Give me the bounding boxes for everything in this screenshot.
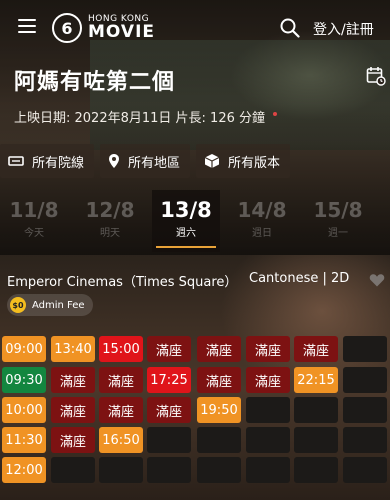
showtime-empty <box>343 427 387 453</box>
date-day: 13/8 <box>160 198 212 222</box>
showtime-empty <box>294 397 338 423</box>
rating-dot-icon <box>273 112 277 116</box>
cinema-format: Cantonese | 2D <box>249 271 350 286</box>
showtime-full: 滿座 <box>99 367 143 393</box>
showtime-empty <box>343 367 387 393</box>
showtime-slot[interactable]: 11:30 <box>2 427 46 453</box>
hamburger-menu-icon[interactable] <box>18 19 36 33</box>
date-weekday: 週日 <box>252 228 272 239</box>
showtime-empty <box>246 397 290 423</box>
showtime-full: 滿座 <box>51 367 95 393</box>
date-day: 15/8 <box>313 198 363 222</box>
coin-icon: $0 <box>10 297 26 313</box>
showtime-empty <box>197 427 241 453</box>
showtime-full: 滿座 <box>246 336 290 362</box>
date-tab[interactable]: 11/8 今天 <box>0 190 68 252</box>
showtime-empty <box>51 457 95 483</box>
date-day: 12/8 <box>85 198 135 222</box>
movie-meta: 上映日期: 2022年8月11日 片長: 126 分鐘 <box>14 107 277 126</box>
date-day: 11/8 <box>9 198 59 222</box>
filter-cinema-chain[interactable]: 所有院線 <box>0 144 95 178</box>
showtime-full: 滿座 <box>99 397 143 423</box>
logo-mark: 6 <box>52 13 82 43</box>
showtime-full: 滿座 <box>246 367 290 393</box>
date-day: 14/8 <box>237 198 287 222</box>
admin-fee-label: Admin Fee <box>32 299 85 311</box>
admin-fee-badge: $0 Admin Fee <box>7 294 93 316</box>
search-icon[interactable] <box>280 18 300 38</box>
showtime-full: 滿座 <box>147 336 191 362</box>
showtime-slot[interactable]: 17:25 <box>147 367 191 393</box>
showtime-slot[interactable]: 09:00 <box>2 336 46 362</box>
filter-bar: 所有院線 所有地區 所有版本 <box>0 144 390 180</box>
filter-district[interactable]: 所有地區 <box>100 144 191 178</box>
movie-title: 阿媽有咗第二個 <box>14 70 176 95</box>
showtime-full: 滿座 <box>197 336 241 362</box>
date-weekday: 明天 <box>100 228 120 239</box>
logo[interactable]: 6 HONG KONG MOVIE <box>52 12 155 44</box>
showtime-full: 滿座 <box>51 397 95 423</box>
filter-version-label: 所有版本 <box>228 155 281 171</box>
login-register-link[interactable]: 登入/註冊 <box>313 19 374 39</box>
showtime-empty <box>343 457 387 483</box>
showtime-empty <box>246 427 290 453</box>
logo-big-text: MOVIE <box>88 22 156 42</box>
filter-district-label: 所有地區 <box>128 155 181 171</box>
showtime-full: 滿座 <box>294 336 338 362</box>
showtime-empty <box>343 397 387 423</box>
showtime-empty <box>99 457 143 483</box>
cinema-icon <box>8 156 24 166</box>
cinema-header: Emperor Cinemas（Times Square） Cantonese … <box>0 262 390 298</box>
showtime-empty <box>147 427 191 453</box>
showtime-empty <box>246 457 290 483</box>
date-tab-selected[interactable]: 13/8 週六 <box>152 190 220 252</box>
showtime-slot[interactable]: 16:50 <box>99 427 143 453</box>
box-icon <box>204 154 220 168</box>
showtime-full: 滿座 <box>197 367 241 393</box>
date-tab[interactable]: 15/8 週一 <box>304 190 372 252</box>
showtime-slot[interactable]: 22:15 <box>294 367 338 393</box>
filter-cinema-chain-label: 所有院線 <box>32 155 85 171</box>
showtime-empty <box>294 427 338 453</box>
showtime-slot[interactable]: 09:30 <box>2 367 46 393</box>
date-tab[interactable]: 12/8 明天 <box>76 190 144 252</box>
selected-date-underline <box>156 246 216 248</box>
showtime-empty <box>147 457 191 483</box>
showtime-slot[interactable]: 10:00 <box>2 397 46 423</box>
showtime-full: 滿座 <box>51 427 95 453</box>
location-pin-icon <box>109 154 120 168</box>
calendar-schedule-icon[interactable] <box>366 66 386 86</box>
showtime-empty <box>343 336 387 362</box>
cinema-name[interactable]: Emperor Cinemas（Times Square） <box>7 271 237 290</box>
date-weekday: 週六 <box>176 228 196 239</box>
showtime-slot[interactable]: 13:40 <box>51 336 95 362</box>
date-selector: 11/8 今天 12/8 明天 13/8 週六 14/8 週日 15/8 週一 <box>0 190 390 252</box>
showtime-empty <box>294 457 338 483</box>
showtime-slot[interactable]: 12:00 <box>2 457 46 483</box>
showtime-full: 滿座 <box>147 397 191 423</box>
release-and-runtime: 上映日期: 2022年8月11日 片長: 126 分鐘 <box>14 111 265 126</box>
filter-version[interactable]: 所有版本 <box>196 144 291 178</box>
showtime-slot[interactable]: 19:50 <box>197 397 241 423</box>
showtime-slot[interactable]: 15:00 <box>99 336 143 362</box>
top-bar: 6 HONG KONG MOVIE 登入/註冊 <box>0 0 390 56</box>
date-weekday: 週一 <box>328 228 348 239</box>
date-tab[interactable]: 14/8 週日 <box>228 190 296 252</box>
showtime-empty <box>197 457 241 483</box>
heart-icon[interactable] <box>369 272 385 288</box>
date-weekday: 今天 <box>24 228 44 239</box>
